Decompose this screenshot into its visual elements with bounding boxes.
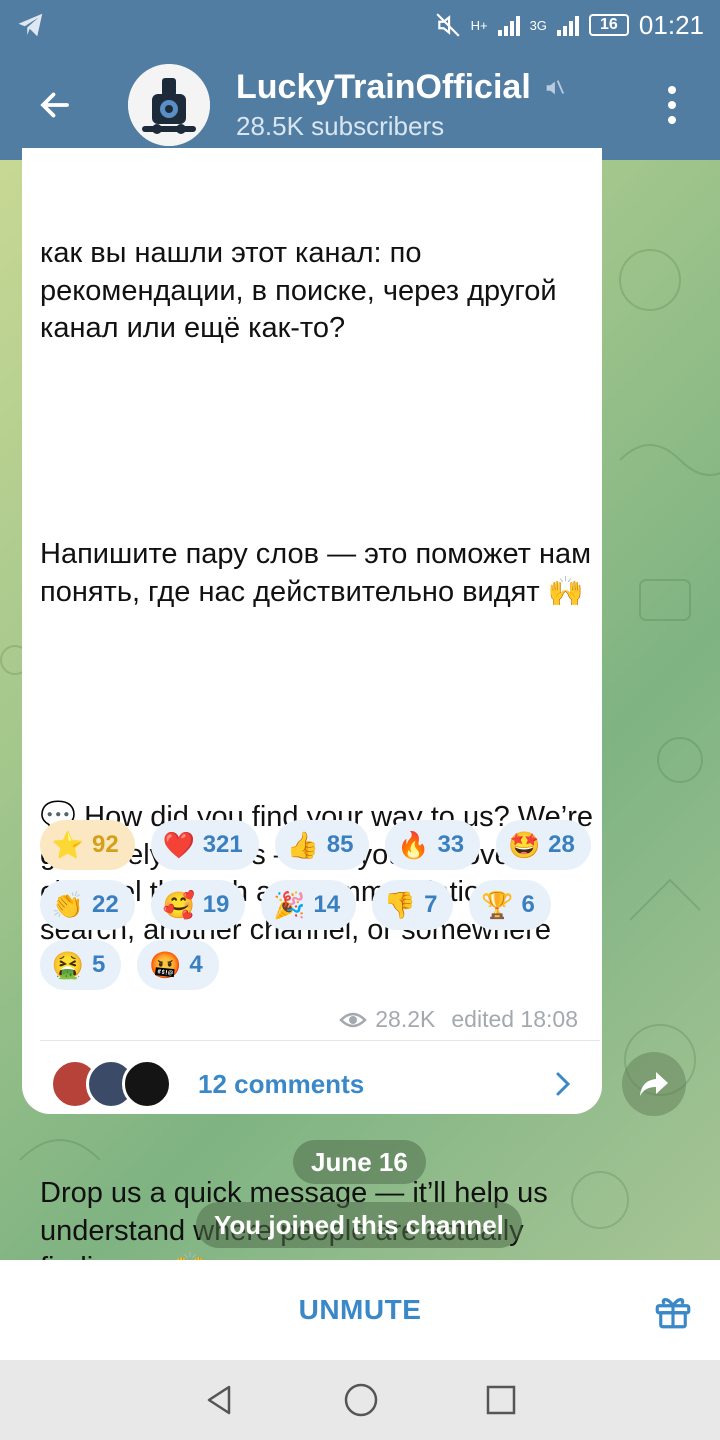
nav-back-icon[interactable] bbox=[203, 1383, 237, 1417]
clap-emoji-icon: 👏 bbox=[51, 889, 85, 920]
reaction-cursing[interactable]: 🤬 4 bbox=[137, 940, 219, 990]
more-menu-button[interactable] bbox=[642, 70, 702, 140]
telegram-notification-icon bbox=[18, 13, 43, 37]
thumbs-up-emoji-icon: 👍 bbox=[286, 829, 319, 860]
dot-icon bbox=[668, 116, 676, 124]
reaction-count: 33 bbox=[437, 831, 465, 858]
eye-icon bbox=[339, 1012, 368, 1027]
fire-emoji-icon: 🔥 bbox=[397, 829, 430, 860]
chevron-right-icon bbox=[556, 1072, 571, 1096]
star-struck-emoji-icon: 🤩 bbox=[507, 829, 541, 860]
reaction-count: 19 bbox=[202, 891, 230, 918]
channel-avatar[interactable] bbox=[128, 64, 210, 146]
edited-time: edited 18:08 bbox=[451, 1006, 578, 1032]
system-nav-bar bbox=[0, 1360, 720, 1440]
mute-notifications-icon bbox=[435, 13, 460, 37]
network-type-1: H+ bbox=[470, 17, 488, 33]
signal-icon bbox=[497, 14, 520, 36]
reaction-count: 14 bbox=[313, 891, 341, 918]
muted-icon bbox=[546, 79, 564, 94]
share-arrow-icon bbox=[640, 1072, 668, 1096]
party-popper-emoji-icon: 🎉 bbox=[273, 889, 306, 920]
reaction-party[interactable]: 🎉 14 bbox=[261, 880, 357, 930]
message-meta: 28.2K edited 18:08 bbox=[339, 1006, 578, 1033]
subscriber-count: 28.5K subscribers bbox=[236, 111, 445, 141]
arrow-left-icon bbox=[40, 92, 69, 118]
reaction-smiling-hearts[interactable]: 🥰 19 bbox=[150, 880, 246, 930]
vomiting-face-emoji-icon: 🤮 bbox=[51, 949, 85, 980]
unmute-button[interactable]: UNMUTE bbox=[299, 1294, 422, 1326]
reaction-trophy[interactable]: 🏆 6 bbox=[469, 880, 551, 930]
message-paragraph: как вы нашли этот канал: по рекомендации… bbox=[40, 237, 565, 345]
reaction-count: 92 bbox=[92, 831, 119, 858]
nav-recents-icon[interactable] bbox=[485, 1384, 517, 1416]
service-message: You joined this channel bbox=[196, 1202, 522, 1248]
status-bar: H+ 3G 16 01:21 bbox=[0, 0, 720, 50]
train-logo-icon bbox=[128, 64, 210, 146]
date-separator: June 16 bbox=[293, 1140, 426, 1184]
nav-home-icon[interactable] bbox=[343, 1382, 379, 1418]
battery-icon: 16 bbox=[588, 14, 629, 36]
reaction-count: 5 bbox=[92, 951, 106, 978]
thumbs-down-emoji-icon: 👎 bbox=[383, 889, 417, 920]
reaction-count: 28 bbox=[548, 831, 575, 858]
cursing-face-emoji-icon: 🤬 bbox=[149, 949, 182, 980]
reaction-count: 22 bbox=[92, 891, 119, 918]
gift-icon[interactable] bbox=[652, 1290, 694, 1332]
reaction-heart[interactable]: ❤️ 321 bbox=[150, 820, 259, 870]
reaction-star-struck[interactable]: 🤩 28 bbox=[496, 820, 591, 870]
reactions-list: ⭐ 92 ❤️ 321 👍 85 🔥 33 🤩 28 👏 22 🥰 19 🎉 14 👎 7 🏆 6 … bbox=[40, 820, 600, 990]
reaction-fire[interactable]: 🔥 33 bbox=[385, 820, 481, 870]
back-button[interactable] bbox=[20, 70, 90, 140]
channel-title: LuckyTrainOfficial bbox=[236, 68, 531, 106]
channel-titles[interactable]: LuckyTrainOfficial 28.5K subscribers bbox=[236, 68, 565, 142]
dot-icon bbox=[668, 101, 676, 109]
reaction-thumbs-down[interactable]: 👎 7 bbox=[372, 880, 454, 930]
view-count: 28.2K bbox=[375, 1006, 436, 1032]
clock: 01:21 bbox=[638, 9, 704, 40]
avatar bbox=[122, 1059, 172, 1109]
trophy-emoji-icon: 🏆 bbox=[481, 889, 514, 920]
comments-divider bbox=[40, 1040, 600, 1041]
reaction-vomit[interactable]: 🤮 5 bbox=[40, 940, 122, 990]
reaction-clap[interactable]: 👏 22 bbox=[40, 880, 135, 930]
dot-icon bbox=[668, 86, 676, 94]
heart-emoji-icon: ❤️ bbox=[162, 829, 195, 860]
reaction-thumbs-up[interactable]: 👍 85 bbox=[274, 820, 370, 870]
reaction-count: 4 bbox=[189, 951, 203, 978]
share-button[interactable] bbox=[622, 1052, 686, 1116]
network-type-2: 3G bbox=[529, 17, 547, 33]
top-bar: H+ 3G 16 01:21 LuckyTrainOfficial 28.5K … bbox=[0, 0, 720, 160]
comments-label: 12 comments bbox=[198, 1068, 365, 1099]
reaction-star[interactable]: ⭐ 92 bbox=[40, 820, 135, 870]
bottom-bar: UNMUTE bbox=[0, 1260, 720, 1360]
message-paragraph: Напишите пару слов — это поможет нам пон… bbox=[40, 537, 600, 608]
reaction-count: 321 bbox=[202, 831, 243, 858]
signal-icon-2 bbox=[556, 14, 579, 36]
reaction-count: 7 bbox=[424, 891, 438, 918]
star-emoji-icon: ⭐ bbox=[51, 829, 85, 860]
channel-header: LuckyTrainOfficial 28.5K subscribers bbox=[0, 50, 720, 160]
comments-row[interactable]: 12 comments bbox=[22, 1044, 602, 1124]
smiling-hearts-emoji-icon: 🥰 bbox=[162, 889, 195, 920]
reaction-count: 85 bbox=[326, 831, 354, 858]
reaction-count: 6 bbox=[521, 891, 535, 918]
commenter-avatars bbox=[50, 1059, 172, 1109]
